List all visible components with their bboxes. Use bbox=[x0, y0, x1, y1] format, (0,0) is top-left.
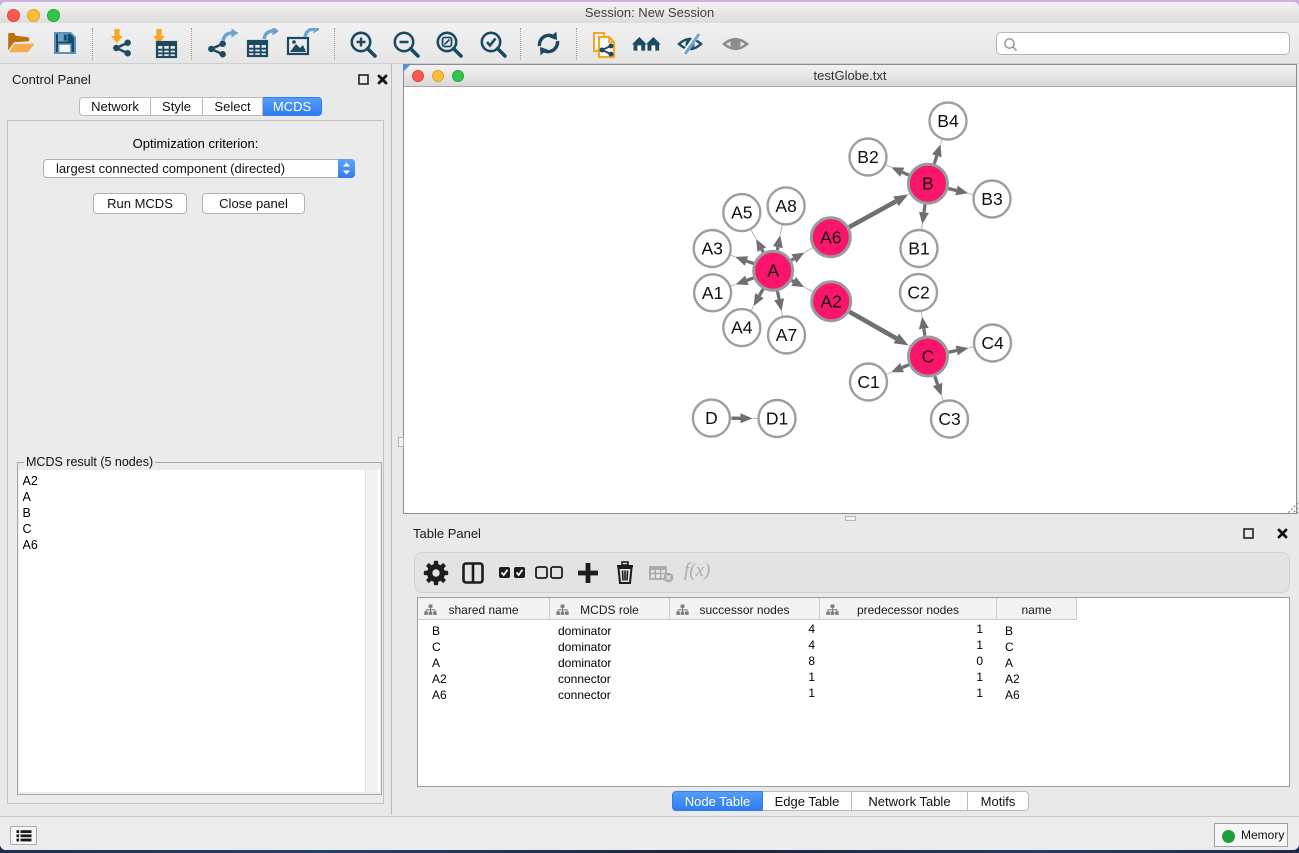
svg-text:D: D bbox=[705, 408, 718, 428]
svg-text:A1: A1 bbox=[702, 283, 723, 303]
svg-text:A8: A8 bbox=[775, 196, 796, 216]
svg-text:A: A bbox=[767, 261, 779, 281]
svg-text:D1: D1 bbox=[766, 409, 788, 429]
svg-text:B4: B4 bbox=[937, 111, 959, 131]
svg-text:B: B bbox=[922, 174, 934, 194]
svg-text:A5: A5 bbox=[731, 203, 752, 223]
svg-text:A4: A4 bbox=[731, 318, 753, 338]
svg-text:C3: C3 bbox=[938, 409, 960, 429]
svg-text:B3: B3 bbox=[981, 189, 1002, 209]
svg-text:A3: A3 bbox=[701, 239, 722, 259]
svg-text:A7: A7 bbox=[776, 325, 797, 345]
svg-text:C: C bbox=[922, 347, 935, 367]
svg-text:B2: B2 bbox=[857, 147, 878, 167]
svg-text:B1: B1 bbox=[908, 239, 929, 259]
svg-text:C4: C4 bbox=[981, 333, 1004, 353]
svg-text:C2: C2 bbox=[907, 283, 929, 303]
svg-text:C1: C1 bbox=[857, 372, 879, 392]
svg-text:A6: A6 bbox=[820, 227, 841, 247]
svg-text:A2: A2 bbox=[820, 291, 841, 311]
